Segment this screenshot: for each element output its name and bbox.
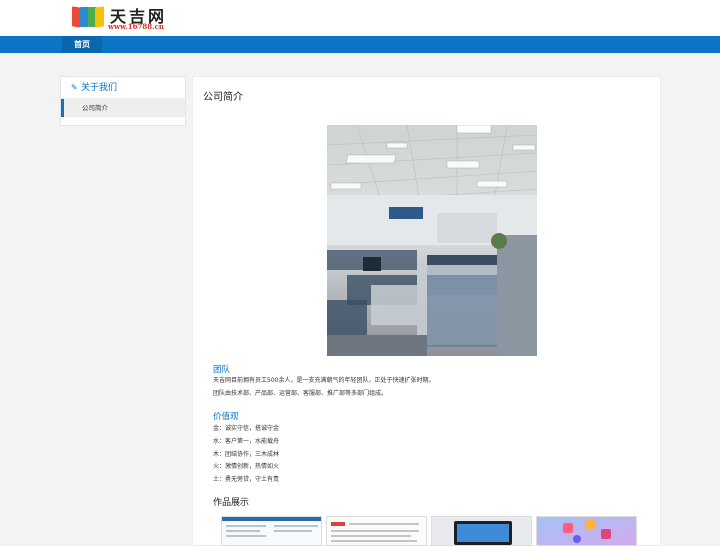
values-line-4: 火：激情创新，热情如火 [213, 463, 280, 470]
values-line-2: 水：客户第一，水能载舟 [213, 438, 280, 445]
logo-url: www.16788.cn [108, 22, 164, 31]
sidebar: ✎ 关于我们 公司简介 [60, 76, 186, 126]
main-nav: 首页 [0, 36, 720, 53]
books-logo-icon [72, 6, 104, 29]
sidebar-title-label: 关于我们 [81, 83, 118, 93]
works-gallery [221, 516, 637, 546]
team-line-2: 团队由技术部、产品部、运营部、客服部、推广部等多部门组成。 [213, 390, 388, 397]
team-heading: 团队 [213, 365, 231, 375]
values-heading: 价值观 [213, 412, 239, 422]
sidebar-item-company-intro[interactable]: 公司简介 [61, 99, 185, 117]
values-line-3: 木：团结协作，三木成林 [213, 451, 280, 458]
office-photo [327, 125, 537, 356]
top-header: 天吉网 www.16788.cn [0, 0, 720, 36]
values-line-5: 土：勇无旁贷，守土有责 [213, 476, 280, 483]
nav-home[interactable]: 首页 [62, 36, 102, 53]
work-thumbnail[interactable] [536, 516, 637, 546]
work-thumbnail[interactable] [431, 516, 532, 546]
works-heading: 作品展示 [213, 498, 250, 508]
site-logo[interactable]: 天吉网 www.16788.cn [72, 5, 182, 33]
main-content: 公司简介 团队 天吉网目前拥有员工500余人，是一支充满朝气的年轻团队，正处于快… [192, 76, 661, 546]
work-thumbnail[interactable] [221, 516, 322, 546]
about-icon: ✎ [71, 83, 78, 92]
page-title: 公司简介 [203, 92, 243, 103]
sidebar-title: ✎ 关于我们 [61, 77, 185, 99]
team-line-1: 天吉网目前拥有员工500余人，是一支充满朝气的年轻团队，正处于快速扩张时期。 [213, 377, 435, 384]
work-thumbnail[interactable] [326, 516, 427, 546]
values-line-1: 金：诚实守信，搭诚守金 [213, 425, 280, 432]
